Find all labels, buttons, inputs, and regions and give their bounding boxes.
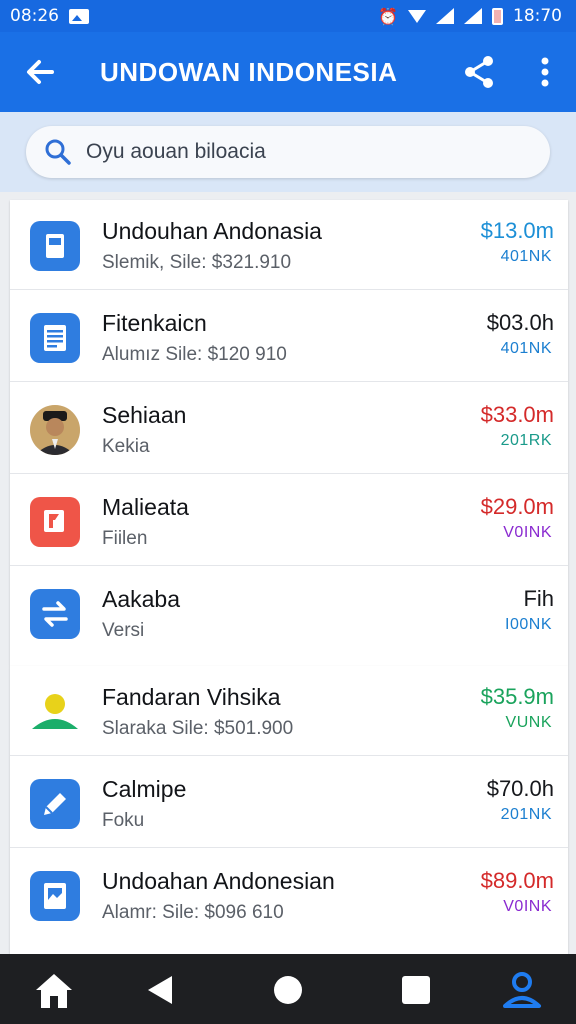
search-text: Oyu aouan biloacia bbox=[86, 140, 266, 163]
list-item[interactable]: Calmipe Foku $70.0h 201NK bbox=[10, 758, 568, 848]
list-item[interactable]: Fitenkaicn Alumız Sile: $120 910 $03.0h … bbox=[10, 292, 568, 382]
item-amount: $70.0h bbox=[486, 776, 554, 801]
item-tag: VUNK bbox=[505, 714, 552, 731]
back-arrow-icon[interactable] bbox=[20, 52, 60, 92]
item-name: Calmipe bbox=[102, 776, 187, 802]
status-time-right: 18:70 bbox=[513, 6, 562, 26]
list-item[interactable]: Undouhan Andonasia Slemik, Sile: $321.91… bbox=[10, 200, 568, 290]
profile-icon[interactable] bbox=[500, 968, 544, 1012]
item-list: Undouhan Andonasia Slemik, Sile: $321.91… bbox=[0, 192, 576, 954]
item-subtitle: Kekia bbox=[102, 436, 150, 457]
item-amount: Fih bbox=[523, 586, 554, 611]
item-tag: 201RK bbox=[500, 432, 552, 449]
more-vert-icon[interactable] bbox=[530, 52, 560, 92]
user-icon bbox=[30, 687, 80, 737]
wifi-icon bbox=[408, 9, 426, 23]
item-name: Fandaran Vihsika bbox=[102, 684, 281, 710]
list-item[interactable]: Malieata Fiilen $29.0m V0INK bbox=[10, 476, 568, 566]
item-amount: $89.0m bbox=[480, 868, 554, 893]
square-recents-icon[interactable] bbox=[394, 968, 438, 1012]
item-subtitle: Slemik, Sile: $321.910 bbox=[102, 252, 292, 273]
page-title: UNDOWAN INDONESIA bbox=[100, 57, 398, 87]
back-triangle-icon[interactable] bbox=[140, 968, 184, 1012]
list-item[interactable]: Aakaba Versi Fih I00NK bbox=[10, 568, 568, 658]
document-icon bbox=[30, 221, 80, 271]
flag-icon bbox=[30, 497, 80, 547]
item-subtitle: Fiilen bbox=[102, 528, 148, 549]
item-amount: $03.0h bbox=[486, 310, 554, 335]
item-subtitle: Alamr: Sile: $096 610 bbox=[102, 902, 284, 923]
item-tag: 401NK bbox=[500, 248, 552, 265]
item-tag: V0INK bbox=[503, 524, 552, 541]
share-icon[interactable] bbox=[460, 52, 500, 92]
list-item[interactable]: Fandaran Vihsika Slaraka Sile: $501.900 … bbox=[10, 666, 568, 756]
status-time-left: 08:26 bbox=[10, 6, 59, 26]
image-notification-icon bbox=[69, 8, 89, 24]
item-amount: $13.0m bbox=[480, 218, 554, 243]
item-amount: $29.0m bbox=[480, 494, 554, 519]
app-bar: UNDOWAN INDONESIA bbox=[0, 32, 576, 112]
item-tag: 201NK bbox=[500, 806, 552, 823]
image-file-icon bbox=[30, 871, 80, 921]
transfer-icon bbox=[30, 589, 80, 639]
item-name: Sehiaan bbox=[102, 402, 187, 428]
item-name: Aakaba bbox=[102, 586, 181, 612]
circle-home-icon[interactable] bbox=[266, 968, 310, 1012]
signal-icon bbox=[436, 8, 454, 24]
item-name: Malieata bbox=[102, 494, 189, 520]
item-amount: $33.0m bbox=[480, 402, 554, 427]
item-subtitle: Alumız Sile: $120 910 bbox=[102, 344, 287, 365]
status-bar: 08:26 ⏰ 18:70 bbox=[0, 0, 576, 32]
edit-icon bbox=[30, 779, 80, 829]
search-icon bbox=[44, 138, 72, 166]
item-name: Undouhan Andonasia bbox=[102, 218, 322, 244]
item-name: Fitenkaicn bbox=[102, 310, 207, 336]
system-nav-bar bbox=[0, 954, 576, 1024]
search-bar-container: Oyu aouan biloacia bbox=[0, 112, 576, 192]
item-name: Undoahan Andonesian bbox=[102, 868, 335, 894]
list-item[interactable]: Sehiaan Kekia $33.0m 201RK bbox=[10, 384, 568, 474]
item-subtitle: Slaraka Sile: $501.900 bbox=[102, 718, 294, 739]
list-document-icon bbox=[30, 313, 80, 363]
home-icon[interactable] bbox=[32, 968, 76, 1012]
item-subtitle: Versi bbox=[102, 620, 145, 641]
battery-icon bbox=[492, 7, 503, 25]
item-tag: I00NK bbox=[505, 616, 552, 633]
alarm-icon: ⏰ bbox=[378, 6, 398, 26]
signal-icon-2 bbox=[464, 8, 482, 24]
item-tag: V0INK bbox=[503, 898, 552, 915]
search-input[interactable]: Oyu aouan biloacia bbox=[26, 126, 550, 178]
person-avatar bbox=[30, 405, 80, 455]
item-tag: 401NK bbox=[500, 340, 552, 357]
item-amount: $35.9m bbox=[480, 684, 554, 709]
item-subtitle: Foku bbox=[102, 810, 145, 831]
list-item[interactable]: Undoahan Andonesian Alamr: Sile: $096 61… bbox=[10, 850, 568, 940]
